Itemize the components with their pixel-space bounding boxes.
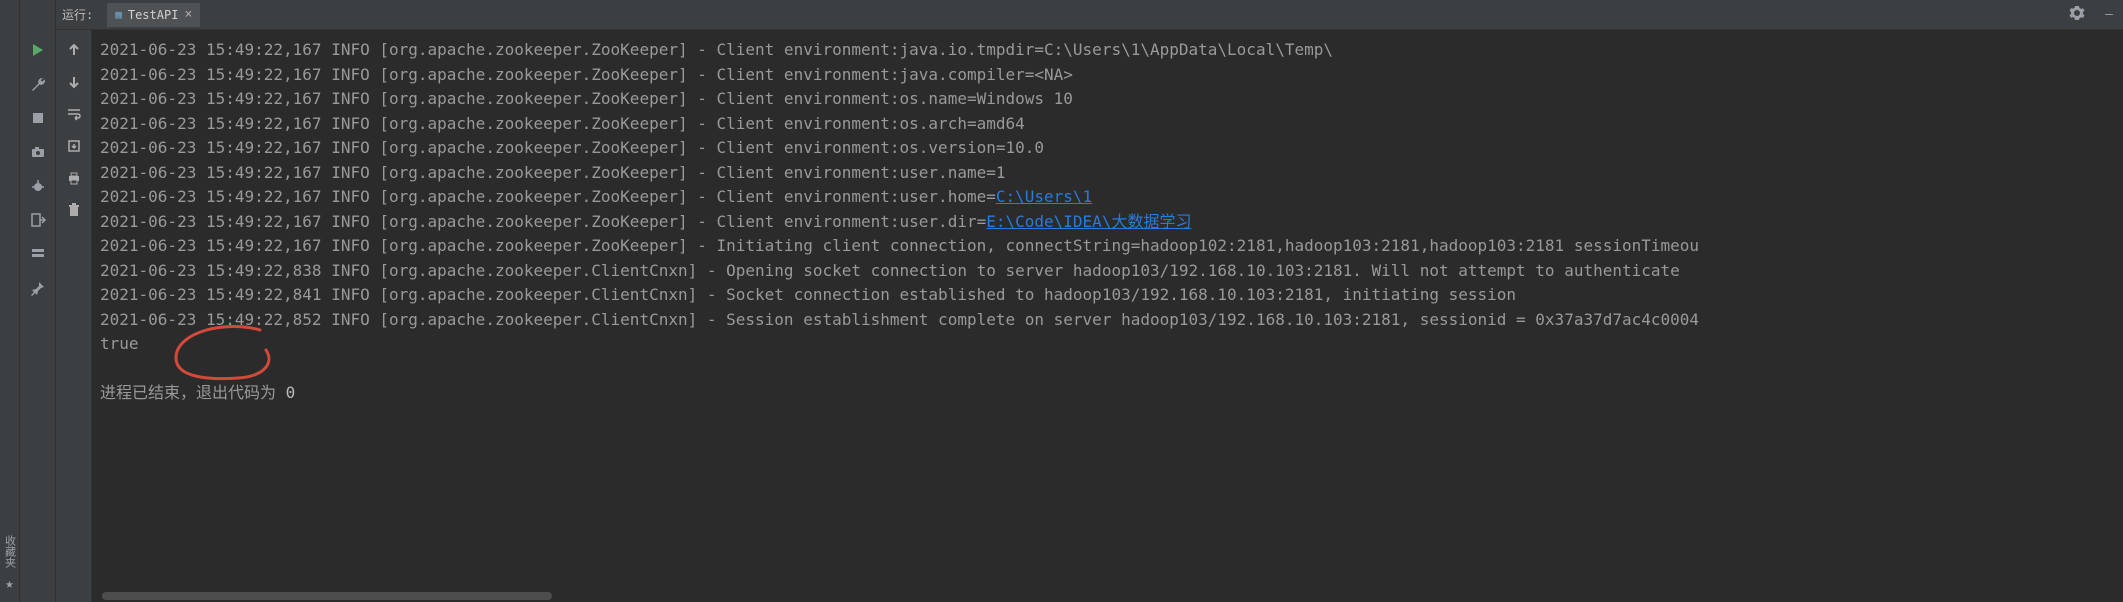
run-tool-window: 运行: ▦ TestAPI × —: [56, 0, 2123, 602]
exit-icon[interactable]: [26, 208, 50, 232]
layout-icon[interactable]: [26, 242, 50, 266]
ide-left-stripe: 收藏夹 ★: [0, 0, 20, 602]
run-primary-toolbar: [20, 0, 56, 602]
run-tabbar: 运行: ▦ TestAPI × —: [56, 0, 2123, 30]
console-toolbar: [56, 30, 92, 602]
print-icon[interactable]: [62, 166, 86, 190]
star-icon[interactable]: ★: [5, 576, 13, 592]
file-icon: ▦: [115, 8, 122, 21]
run-icon[interactable]: [26, 38, 50, 62]
down-icon[interactable]: [62, 70, 86, 94]
trash-icon[interactable]: [62, 198, 86, 222]
up-icon[interactable]: [62, 38, 86, 62]
horizontal-scrollbar[interactable]: [92, 590, 2123, 602]
pin-icon[interactable]: [26, 276, 50, 300]
debug-icon[interactable]: [26, 174, 50, 198]
log-link[interactable]: E:\Code\IDEA\大数据学习: [986, 212, 1191, 231]
camera-icon[interactable]: [26, 140, 50, 164]
favorites-tool-button[interactable]: 收藏夹: [2, 535, 18, 568]
soft-wrap-icon[interactable]: [62, 102, 86, 126]
gear-icon[interactable]: [2059, 5, 2095, 25]
stop-icon[interactable]: [26, 106, 50, 130]
scroll-to-end-icon[interactable]: [62, 134, 86, 158]
tab-title: TestAPI: [128, 8, 179, 22]
run-label: 运行:: [62, 6, 93, 23]
log-link[interactable]: C:\Users\1: [996, 187, 1092, 206]
wrench-icon[interactable]: [26, 72, 50, 96]
console-output[interactable]: 2021-06-23 15:49:22,167 INFO [org.apache…: [92, 30, 2123, 602]
close-icon[interactable]: ×: [184, 7, 192, 22]
hide-icon[interactable]: —: [2095, 7, 2123, 22]
scroll-thumb[interactable]: [102, 592, 552, 600]
run-tab[interactable]: ▦ TestAPI ×: [107, 3, 200, 27]
